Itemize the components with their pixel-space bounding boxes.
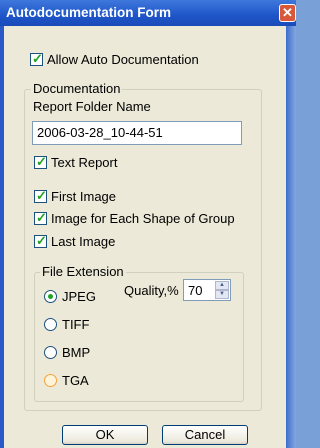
documentation-legend: Documentation [31,81,123,96]
check-icon: ✓ [36,188,47,203]
text-report-checkbox[interactable]: ✓ Text Report [34,154,118,170]
radio-jpeg[interactable]: JPEG [44,289,96,304]
text-report-label: Text Report [51,155,118,170]
file-extension-legend: File Extension [40,264,126,279]
spin-down-icon[interactable]: ▼ [215,290,229,299]
report-folder-label: Report Folder Name [33,99,151,114]
quality-stepper[interactable]: 70 ▲ ▼ [183,279,231,301]
radio-label-tiff: TIFF [62,317,90,332]
checkbox-box[interactable]: ✓ [34,154,47,169]
radio-tga[interactable]: TGA [44,373,89,388]
first-image-checkbox[interactable]: ✓ First Image [34,188,117,204]
last-image-checkbox[interactable]: ✓ Last Image [34,233,116,249]
last-image-label: Last Image [51,234,116,249]
window-left-edge [0,26,4,448]
radio-label-bmp: BMP [62,345,91,360]
report-folder-input[interactable]: 2006-03-28_10-44-51 [32,121,242,145]
radio-label-jpeg: JPEG [62,289,96,304]
checkbox-box[interactable]: ✓ [30,51,43,66]
checkbox-box[interactable]: ✓ [34,210,47,225]
radio-selected-dot [48,294,53,299]
radio-button[interactable] [44,318,57,331]
window-title: Autodocumentation Form [6,5,171,20]
title-bar: Autodocumentation Form ✕ [0,0,296,26]
close-icon[interactable]: ✕ [279,4,296,22]
radio-bmp[interactable]: BMP [44,345,90,360]
each-shape-image-checkbox[interactable]: ✓ Image for Each Shape of Group [34,210,235,226]
quality-value[interactable]: 70 [188,283,202,298]
check-icon: ✓ [36,154,47,169]
checkbox-box[interactable]: ✓ [34,233,47,248]
radio-button[interactable] [44,374,57,387]
radio-label-tga: TGA [62,373,89,388]
radio-button[interactable] [44,290,57,303]
check-icon: ✓ [36,233,47,248]
allow-auto-documentation-checkbox[interactable]: ✓ Allow Auto Documentation [30,51,199,67]
checkbox-box[interactable]: ✓ [34,188,47,203]
first-image-label: First Image [51,189,117,204]
quality-label: Quality,% [124,283,179,298]
radio-button[interactable] [44,346,57,359]
cancel-button[interactable]: Cancel [162,425,248,445]
ok-button[interactable]: OK [62,425,148,445]
spin-up-icon[interactable]: ▲ [215,281,229,290]
radio-tiff[interactable]: TIFF [44,317,89,332]
window-right-edge [286,26,296,448]
check-icon: ✓ [36,210,47,225]
each-shape-image-label: Image for Each Shape of Group [51,211,235,226]
check-icon: ✓ [32,51,43,66]
allow-auto-documentation-label: Allow Auto Documentation [47,52,199,67]
